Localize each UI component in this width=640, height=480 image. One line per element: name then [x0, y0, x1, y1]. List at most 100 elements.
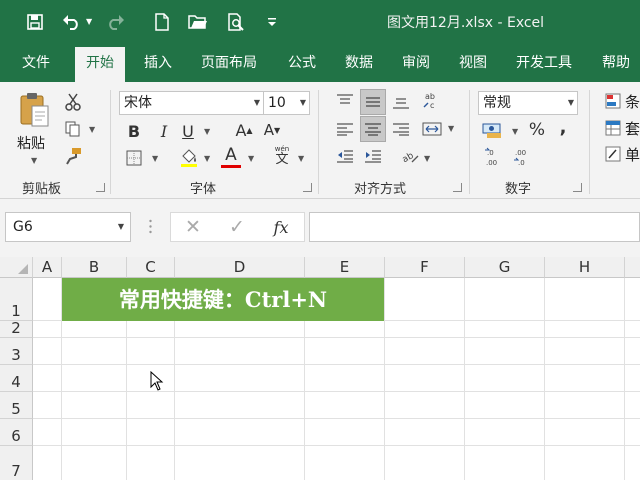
column-header[interactable]: B: [62, 257, 127, 278]
format-as-table-label[interactable]: 套: [625, 118, 640, 139]
underline-icon[interactable]: U: [178, 121, 198, 141]
comma-style-icon[interactable]: ,: [555, 116, 571, 138]
column-header[interactable]: A: [33, 257, 62, 278]
column-header[interactable]: [625, 257, 640, 278]
number-format-combo[interactable]: 常规 ▼: [478, 91, 578, 115]
worksheet-grid[interactable]: A B C D E F G H 1 2 3 4 5 6 7 常用快捷键：Ctrl…: [0, 257, 640, 480]
conditional-format-icon[interactable]: [603, 91, 623, 111]
row-header[interactable]: 4: [0, 365, 33, 392]
align-center-icon[interactable]: [360, 116, 386, 142]
undo-dropdown-icon[interactable]: ▼: [86, 17, 92, 26]
paste-dropdown-icon[interactable]: ▼: [31, 156, 37, 165]
column-header[interactable]: F: [385, 257, 465, 278]
tab-help[interactable]: 帮助: [602, 44, 630, 82]
bold-icon[interactable]: B: [124, 121, 144, 141]
paste-icon[interactable]: [17, 90, 51, 130]
print-preview-icon[interactable]: [224, 11, 248, 33]
row-header[interactable]: 7: [0, 446, 33, 480]
font-launcher-icon[interactable]: [303, 183, 312, 192]
italic-icon[interactable]: I: [154, 121, 174, 141]
wrap-text-icon[interactable]: [420, 117, 444, 141]
format-painter-icon[interactable]: [63, 146, 83, 166]
text-direction-dropdown-icon[interactable]: ▼: [424, 154, 430, 163]
column-header[interactable]: E: [305, 257, 385, 278]
alignment-launcher-icon[interactable]: [453, 183, 462, 192]
increase-font-icon[interactable]: A ▲: [234, 120, 254, 140]
align-bottom-icon[interactable]: [389, 90, 413, 114]
chevron-down-icon[interactable]: ▼: [254, 92, 260, 114]
font-name-combo[interactable]: 宋体 ▼: [119, 91, 264, 115]
accounting-dropdown-icon[interactable]: ▼: [512, 127, 518, 136]
borders-icon[interactable]: [124, 148, 144, 168]
formula-input[interactable]: [309, 212, 640, 242]
underline-dropdown-icon[interactable]: ▼: [204, 127, 210, 136]
increase-decimal-icon[interactable]: .0.00: [483, 145, 507, 169]
fill-color-icon[interactable]: [178, 146, 200, 168]
tab-developer[interactable]: 开发工具: [516, 44, 572, 82]
decrease-decimal-icon[interactable]: .00.0: [512, 145, 536, 169]
svg-text:ab: ab: [401, 151, 416, 165]
number-launcher-icon[interactable]: [573, 183, 582, 192]
fill-color-dropdown-icon[interactable]: ▼: [204, 154, 210, 163]
decrease-indent-icon[interactable]: [333, 144, 357, 168]
format-as-table-icon[interactable]: [603, 118, 623, 138]
cancel-icon[interactable]: ✕: [183, 216, 203, 238]
phonetic-dropdown-icon[interactable]: ▼: [298, 154, 304, 163]
copy-dropdown-icon[interactable]: ▼: [89, 125, 95, 134]
undo-icon[interactable]: [60, 11, 84, 33]
font-color-icon[interactable]: A: [220, 144, 242, 166]
name-box[interactable]: G6 ▼: [5, 212, 131, 242]
column-header[interactable]: C: [127, 257, 175, 278]
tab-page-layout[interactable]: 页面布局: [201, 44, 257, 82]
row-header[interactable]: 2: [0, 320, 33, 338]
row-header[interactable]: 3: [0, 338, 33, 365]
increase-indent-icon[interactable]: [361, 144, 385, 168]
font-size-combo[interactable]: 10 ▼: [263, 91, 310, 115]
cell-styles-label[interactable]: 单: [625, 144, 640, 165]
tab-insert[interactable]: 插入: [144, 44, 172, 82]
wrap-dropdown-icon[interactable]: ▼: [448, 124, 454, 133]
tab-formulas[interactable]: 公式: [288, 44, 316, 82]
open-folder-icon[interactable]: [186, 11, 210, 33]
conditional-format-label[interactable]: 条: [625, 91, 640, 112]
clipboard-launcher-icon[interactable]: [96, 183, 105, 192]
font-color-dropdown-icon[interactable]: ▼: [248, 154, 254, 163]
new-file-icon[interactable]: [150, 11, 174, 33]
accounting-format-icon[interactable]: [481, 120, 505, 140]
cut-icon[interactable]: [63, 92, 83, 112]
decrease-font-icon[interactable]: A ▼: [262, 120, 282, 140]
text-direction-icon[interactable]: ab: [398, 144, 422, 168]
tab-home[interactable]: 开始: [75, 47, 125, 82]
column-header[interactable]: G: [465, 257, 545, 278]
column-header[interactable]: H: [545, 257, 625, 278]
customize-qat-icon[interactable]: [260, 11, 284, 33]
align-left-icon[interactable]: [333, 117, 357, 141]
orientation-icon[interactable]: ab c: [420, 88, 444, 112]
chevron-down-icon[interactable]: ▼: [568, 92, 574, 114]
select-all-corner[interactable]: [0, 257, 33, 278]
borders-dropdown-icon[interactable]: ▼: [152, 154, 158, 163]
row-header[interactable]: 1: [0, 278, 33, 321]
merged-title-cell[interactable]: 常用快捷键：Ctrl+N: [62, 278, 384, 321]
resize-handle-icon[interactable]: [149, 218, 152, 235]
paste-button[interactable]: 粘贴: [17, 133, 45, 153]
tab-view[interactable]: 视图: [459, 44, 487, 82]
copy-icon[interactable]: [63, 119, 83, 139]
enter-icon[interactable]: ✓: [227, 216, 247, 238]
insert-function-icon[interactable]: fx: [269, 217, 293, 237]
row-header[interactable]: 5: [0, 392, 33, 419]
tab-review[interactable]: 审阅: [402, 44, 430, 82]
phonetic-guide-icon[interactable]: wén 文: [270, 144, 294, 168]
column-header[interactable]: D: [175, 257, 305, 278]
chevron-down-icon[interactable]: ▼: [300, 92, 306, 114]
align-top-icon[interactable]: [333, 89, 357, 113]
row-header[interactable]: 6: [0, 419, 33, 446]
align-middle-icon[interactable]: [360, 89, 386, 115]
cell-styles-icon[interactable]: [603, 144, 623, 164]
save-icon[interactable]: [23, 11, 47, 33]
align-right-icon[interactable]: [389, 117, 413, 141]
chevron-down-icon[interactable]: ▼: [118, 213, 124, 241]
tab-file[interactable]: 文件: [22, 44, 50, 82]
percent-style-icon[interactable]: %: [527, 119, 547, 141]
tab-data[interactable]: 数据: [345, 44, 373, 82]
